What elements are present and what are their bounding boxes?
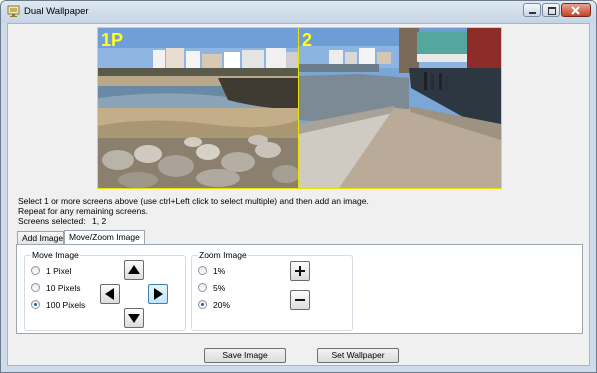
radio-100-pixels[interactable] bbox=[31, 300, 40, 309]
instruction-line-2: Repeat for any remaining screens. bbox=[18, 206, 148, 216]
promenade-seawall-photo bbox=[299, 28, 501, 188]
arrow-down-icon bbox=[128, 314, 140, 323]
save-image-button[interactable]: Save Image bbox=[204, 348, 286, 363]
zoom-in-button[interactable] bbox=[290, 261, 310, 281]
move-zoom-panel: Move Image 1 Pixel 10 Pixels 100 Pixels bbox=[16, 244, 583, 334]
wallpaper-app-icon bbox=[7, 5, 20, 17]
beach-town-photo bbox=[98, 28, 298, 188]
radio-label: 1% bbox=[213, 266, 226, 276]
title-bar[interactable]: Dual Wallpaper bbox=[1, 1, 596, 23]
client-area: 1P 2 Select 1 or more screens above (use… bbox=[7, 23, 590, 366]
screens-selected-value: 1, 2 bbox=[92, 216, 107, 226]
screen-1[interactable]: 1P bbox=[97, 27, 299, 189]
window-title: Dual Wallpaper bbox=[24, 6, 89, 17]
app-window: Dual Wallpaper 1P 2 Select 1 or more scr… bbox=[0, 0, 597, 373]
screen-preview: 1P 2 bbox=[97, 27, 502, 189]
zoom-out-button[interactable] bbox=[290, 290, 310, 310]
minus-icon bbox=[295, 299, 305, 301]
radio-10-pixels[interactable] bbox=[31, 283, 40, 292]
radio-zoom-1[interactable] bbox=[198, 266, 207, 275]
radio-zoom-20[interactable] bbox=[198, 300, 207, 309]
radio-label: 100 Pixels bbox=[46, 300, 86, 310]
tab-add-image[interactable]: Add Image bbox=[17, 231, 64, 244]
radio-zoom-5[interactable] bbox=[198, 283, 207, 292]
arrow-left-icon bbox=[105, 288, 114, 300]
close-button[interactable] bbox=[561, 3, 591, 17]
maximize-button[interactable] bbox=[542, 3, 560, 17]
screen-1-label: 1P bbox=[101, 30, 124, 50]
move-left-button[interactable] bbox=[100, 284, 120, 304]
maximize-icon bbox=[548, 7, 556, 15]
screens-selected-label: Screens selected: bbox=[18, 216, 86, 226]
arrow-up-icon bbox=[128, 265, 140, 274]
tab-label: Move/Zoom Image bbox=[69, 232, 140, 242]
minimize-icon bbox=[529, 12, 536, 14]
radio-label: 1 Pixel bbox=[46, 266, 72, 276]
radio-label: 10 Pixels bbox=[46, 283, 81, 293]
zoom-image-group: Zoom Image 1% 5% 20% bbox=[191, 250, 353, 331]
radio-1-pixel[interactable] bbox=[31, 266, 40, 275]
move-up-button[interactable] bbox=[124, 260, 144, 280]
set-wallpaper-button[interactable]: Set Wallpaper bbox=[317, 348, 399, 363]
move-down-button[interactable] bbox=[124, 308, 144, 328]
radio-label: 20% bbox=[213, 300, 231, 310]
tab-move-zoom-image[interactable]: Move/Zoom Image bbox=[64, 230, 145, 245]
move-right-button[interactable] bbox=[148, 284, 168, 304]
instruction-line-1: Select 1 or more screens above (use ctrl… bbox=[18, 196, 369, 206]
move-image-label: Move Image bbox=[31, 250, 80, 260]
close-icon bbox=[571, 6, 580, 15]
tab-label: Add Image bbox=[22, 233, 64, 243]
minimize-button[interactable] bbox=[523, 3, 541, 17]
radio-label: 5% bbox=[213, 283, 226, 293]
zoom-image-label: Zoom Image bbox=[198, 250, 248, 260]
screen-2[interactable]: 2 bbox=[298, 27, 502, 189]
plus-icon-vertical bbox=[299, 266, 301, 276]
move-image-group: Move Image 1 Pixel 10 Pixels 100 Pixels bbox=[24, 250, 186, 331]
arrow-right-icon bbox=[154, 288, 163, 300]
screen-2-label: 2 bbox=[302, 30, 313, 50]
